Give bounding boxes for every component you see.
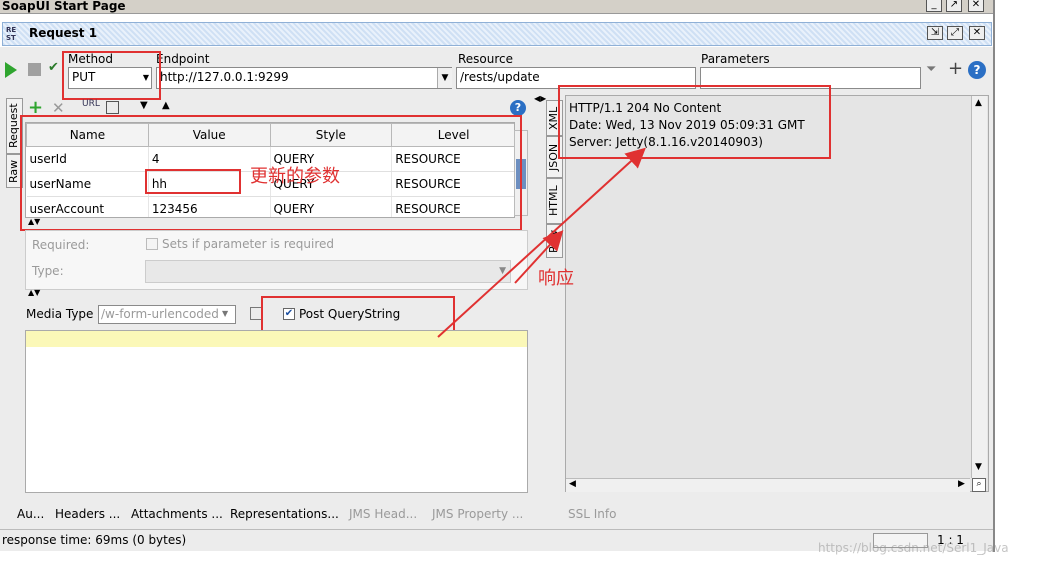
tab-jms-property[interactable]: JMS Property ... (432, 507, 523, 521)
response-time: response time: 69ms (0 bytes) (2, 533, 187, 547)
tab-auth[interactable]: Au... (17, 507, 44, 521)
annotation-arrows (437, 147, 646, 338)
tab-jms-headers[interactable]: JMS Head... (349, 507, 417, 521)
response-annotation: 响应 (538, 268, 574, 289)
tab-headers[interactable]: Headers ... (55, 507, 120, 521)
arrow-to-response (437, 147, 646, 338)
tab-attachments[interactable]: Attachments ... (131, 507, 223, 521)
tab-ssl-info[interactable]: SSL Info (568, 507, 616, 521)
tab-representations[interactable]: Representations... (230, 507, 339, 521)
request-bottom-tabs: Au... Headers ... Attachments ... Repres… (0, 500, 540, 528)
watermark: https://blog.csdn.net/Serl1_Java (818, 541, 1009, 555)
window-border (993, 0, 995, 552)
